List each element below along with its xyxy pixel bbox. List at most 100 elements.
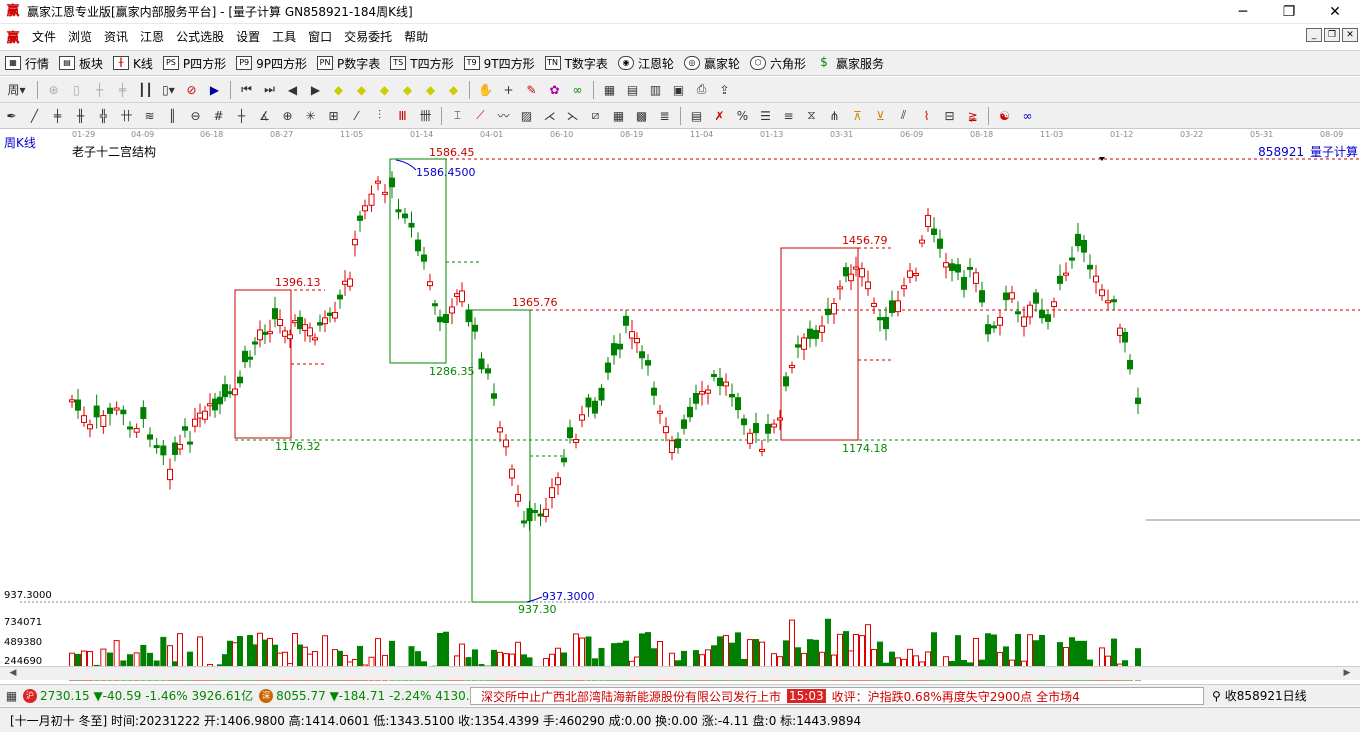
ind-grid-icon[interactable]: ▤ xyxy=(687,106,707,126)
diamond2-icon[interactable]: ◆ xyxy=(352,80,372,100)
ind-comb7-icon[interactable]: ⊟ xyxy=(940,106,960,126)
draw-fan-icon[interactable]: ⊕ xyxy=(278,106,298,126)
menu-info[interactable]: 资讯 xyxy=(98,28,134,45)
tool-bars-icon[interactable]: ┃┃ xyxy=(136,80,156,100)
menu-settings[interactable]: 设置 xyxy=(230,28,266,45)
ind-comb-icon[interactable]: ⧖ xyxy=(802,106,822,126)
calendar-icon[interactable]: ▦ xyxy=(600,80,620,100)
tool-circle-icon[interactable]: ⊛ xyxy=(44,80,64,100)
diamond4-icon[interactable]: ◆ xyxy=(398,80,418,100)
horizontal-scrollbar[interactable]: ◀ ▶ xyxy=(0,666,1360,680)
draw-box-icon[interactable]: ⌶ xyxy=(448,106,468,126)
restore-button[interactable]: ❐ xyxy=(1266,0,1312,24)
nav-kline[interactable]: ╫ K线 xyxy=(108,52,158,74)
nav-winner-service[interactable]: $ 赢家服务 xyxy=(811,52,889,74)
ind-comb6-icon[interactable]: ⌇ xyxy=(917,106,937,126)
nav-p-square[interactable]: PS P四方形 xyxy=(158,52,231,74)
menu-help[interactable]: 帮助 xyxy=(398,28,434,45)
draw-bars7-icon[interactable]: ┼ xyxy=(232,106,252,126)
tool-flag-icon[interactable]: ▶ xyxy=(205,80,225,100)
nav-quotes[interactable]: ▦ 行情 xyxy=(0,52,54,74)
print-icon[interactable]: ⎙ xyxy=(692,80,712,100)
nav-sector[interactable]: ▤ 板块 xyxy=(54,52,108,74)
status-right[interactable]: ⚲ 收858921日线 xyxy=(1212,687,1307,704)
menu-browse[interactable]: 浏览 xyxy=(62,28,98,45)
gift-icon[interactable]: ✿ xyxy=(545,80,565,100)
diamond6-icon[interactable]: ◆ xyxy=(444,80,464,100)
draw-bars5-icon[interactable]: ≋ xyxy=(140,106,160,126)
draw-slash-icon[interactable]: ⁄ xyxy=(347,106,367,126)
draw-bars4-icon[interactable]: 卄 xyxy=(117,106,137,126)
nav-9p-square[interactable]: P9 9P四方形 xyxy=(231,52,312,74)
draw-wave-icon[interactable]: 〰 xyxy=(494,106,514,126)
tool-candle-icon[interactable]: ┼ xyxy=(90,80,110,100)
draw-pen-icon[interactable]: ✒ xyxy=(2,106,22,126)
ind-percent-icon[interactable]: % xyxy=(733,106,753,126)
tool-candle3-icon[interactable]: ▯▾ xyxy=(159,80,179,100)
draw-comb2-icon[interactable]: Ⅲ xyxy=(393,106,413,126)
yinyang-icon[interactable]: ☯ xyxy=(995,106,1015,126)
draw-fan4-icon[interactable]: ⧄ xyxy=(586,106,606,126)
draw-grid-icon[interactable]: ⊞ xyxy=(324,106,344,126)
menu-gann[interactable]: 江恩 xyxy=(134,28,170,45)
period-select-icon[interactable]: 周▾ xyxy=(2,80,32,100)
draw-star-icon[interactable]: ✳ xyxy=(301,106,321,126)
mdi-minimize-button[interactable]: _ xyxy=(1306,28,1322,42)
draw-fan2-icon[interactable]: ⋌ xyxy=(540,106,560,126)
crosshair-icon[interactable]: + xyxy=(499,80,519,100)
menu-tools[interactable]: 工具 xyxy=(266,28,302,45)
hand-icon[interactable]: ✋ xyxy=(476,80,496,100)
menu-file[interactable]: 文件 xyxy=(26,28,62,45)
draw-hash-icon[interactable]: # xyxy=(209,106,229,126)
draw-bars3-icon[interactable]: ╬ xyxy=(94,106,114,126)
draw-diag-icon[interactable]: ⟋ xyxy=(471,106,491,126)
nav-gann-wheel[interactable]: ◉ 江恩轮 xyxy=(613,52,679,74)
link-icon[interactable]: ∞ xyxy=(568,80,588,100)
draw-hatch-icon[interactable]: ▨ xyxy=(517,106,537,126)
nav-winner-wheel[interactable]: ◎ 赢家轮 xyxy=(679,52,745,74)
draw-comb3-icon[interactable]: 卌 xyxy=(416,106,436,126)
tool-no-icon[interactable]: ⊘ xyxy=(182,80,202,100)
nav-9t-square[interactable]: T9 9T四方形 xyxy=(459,52,540,74)
left-icon[interactable]: ◀ xyxy=(283,80,303,100)
nav-t-number-table[interactable]: TN T数字表 xyxy=(540,52,613,74)
pencil-icon[interactable]: ✎ xyxy=(522,80,542,100)
report-icon[interactable]: ▥ xyxy=(646,80,666,100)
draw-line-icon[interactable]: ╱ xyxy=(25,106,45,126)
ind-comb8-icon[interactable]: ≩ xyxy=(963,106,983,126)
infinity-icon[interactable]: ∞ xyxy=(1018,106,1038,126)
status-grid-icon[interactable]: ▦ xyxy=(2,686,22,706)
ind-comb3-icon[interactable]: ⊼ xyxy=(848,106,868,126)
minimize-button[interactable]: ─ xyxy=(1220,0,1266,24)
draw-grid2-icon[interactable]: ▦ xyxy=(609,106,629,126)
scroll-left-icon[interactable]: ◀ xyxy=(2,667,24,680)
index-sz[interactable]: 深 8055.77 ▼-184.71 -2.24% 4130.26 xyxy=(259,688,485,703)
first-icon[interactable]: ⏮ xyxy=(237,80,257,100)
draw-bars1-icon[interactable]: ╪ xyxy=(48,106,68,126)
draw-circle-icon[interactable]: ⊖ xyxy=(186,106,206,126)
ind-comb4-icon[interactable]: ⊻ xyxy=(871,106,891,126)
scroll-right-icon[interactable]: ▶ xyxy=(1336,667,1358,680)
draw-bars2-icon[interactable]: ╫ xyxy=(71,106,91,126)
draw-comb-icon[interactable]: ⫶ xyxy=(370,106,390,126)
menu-formula[interactable]: 公式选股 xyxy=(170,28,230,45)
ind-comb2-icon[interactable]: ⋔ xyxy=(825,106,845,126)
ind-list-icon[interactable]: ☰ xyxy=(756,106,776,126)
last-icon[interactable]: ⏭ xyxy=(260,80,280,100)
draw-bars6-icon[interactable]: ║ xyxy=(163,106,183,126)
right-icon[interactable]: ▶ xyxy=(306,80,326,100)
mdi-restore-button[interactable]: ❐ xyxy=(1324,28,1340,42)
kline-chart-svg[interactable]: 1586.45 1586.4500 1396.13 1176.32 1286.3… xyxy=(0,132,1360,684)
draw-angle-icon[interactable]: ∡ xyxy=(255,106,275,126)
tool-candle2-icon[interactable]: ╪ xyxy=(113,80,133,100)
tool-doc-icon[interactable]: ▯ xyxy=(67,80,87,100)
save-icon[interactable]: ▣ xyxy=(669,80,689,100)
index-sh[interactable]: 沪 2730.15 ▼-40.59 -1.46% 3926.61亿 xyxy=(23,687,253,704)
mdi-close-button[interactable]: ✕ xyxy=(1342,28,1358,42)
diamond5-icon[interactable]: ◆ xyxy=(421,80,441,100)
nav-p-number-table[interactable]: PN P数字表 xyxy=(312,52,385,74)
diamond1-icon[interactable]: ◆ xyxy=(329,80,349,100)
news-ticker[interactable]: 深交所中止广西北部湾陆海新能源股份有限公司发行上市 15:03 收评：沪指跌0.… xyxy=(470,687,1204,705)
nav-hexagon[interactable]: ⬡ 六角形 xyxy=(745,52,811,74)
close-button[interactable]: ✕ xyxy=(1312,0,1358,24)
